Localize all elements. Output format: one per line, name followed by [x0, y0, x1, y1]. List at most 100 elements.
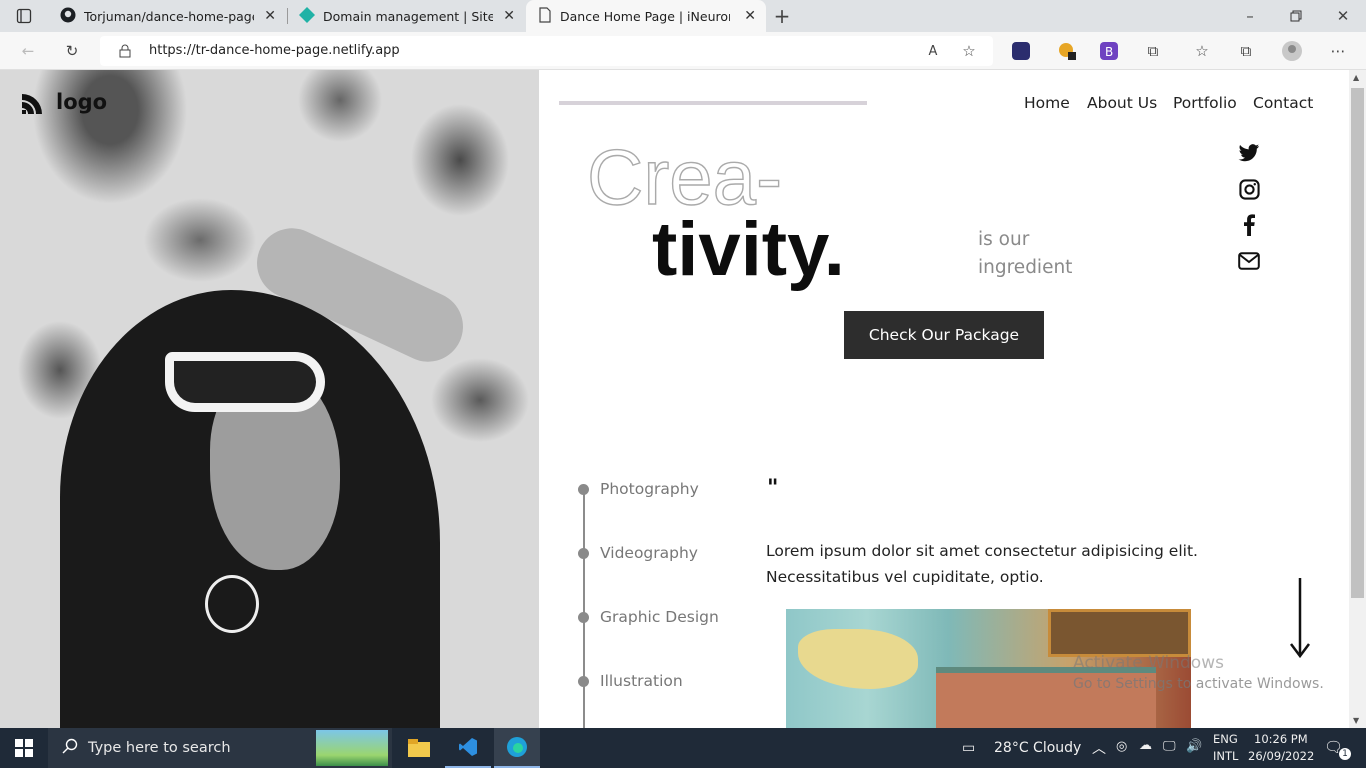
quote-mark: "	[767, 476, 779, 501]
tab-netlify[interactable]: Domain management | Site settings ✕	[287, 0, 525, 32]
windows-taskbar: Type here to search ▭ 28°C Cloudy ︿ ◎ ☁ …	[0, 728, 1366, 768]
check-package-button[interactable]: Check Our Package	[844, 311, 1044, 359]
webpage: logo Home About Us Portfolio Contact Cre…	[0, 70, 1366, 728]
svg-text:B: B	[1105, 45, 1113, 59]
tab-title: Domain management | Site settings	[323, 8, 493, 24]
tagline-line: ingredient	[978, 257, 1073, 278]
search-placeholder: Type here to search	[88, 740, 231, 756]
close-icon[interactable]: ✕	[744, 8, 756, 24]
language-layout[interactable]: INTL	[1213, 749, 1238, 763]
close-icon[interactable]: ✕	[503, 8, 515, 24]
bullet-icon	[578, 675, 589, 687]
url-text: https://tr-dance-home-page.netlify.app	[149, 43, 400, 58]
windows-start-icon[interactable]	[0, 728, 48, 768]
extensions-icon[interactable]: ⧉	[1142, 40, 1164, 62]
more-menu-icon[interactable]: ⋯	[1327, 40, 1349, 62]
page-scrollbar[interactable]: ▲ ▼	[1349, 70, 1366, 728]
vscode-icon[interactable]	[445, 728, 491, 768]
edge-icon[interactable]	[494, 728, 540, 768]
scrollbar-thumb[interactable]	[1351, 88, 1364, 598]
tab-github[interactable]: Torjuman/dance-home-page-iNeuron ✕	[48, 0, 286, 32]
tagline: is our ingredient	[978, 226, 1118, 282]
nav-about-us[interactable]: About Us	[1087, 94, 1157, 112]
favorite-add-icon[interactable]: ☆	[958, 40, 980, 62]
bullet-icon	[578, 483, 589, 495]
onedrive-icon[interactable]: ☁	[1139, 738, 1152, 753]
notification-count: 1	[1339, 748, 1351, 760]
photo-sunglasses-shape	[165, 352, 325, 412]
file-explorer-icon[interactable]	[396, 728, 442, 768]
collections-icon[interactable]: ⧉	[1235, 40, 1257, 62]
taskbar-search-box[interactable]: Type here to search	[48, 728, 392, 768]
service-label: Graphic Design	[600, 608, 719, 626]
github-icon	[60, 7, 76, 26]
header-accent-bar	[559, 101, 867, 105]
meet-now-icon[interactable]: ◎	[1116, 739, 1127, 754]
extension-icon[interactable]	[1010, 40, 1032, 62]
tab-title: Dance Home Page | iNeuron	[560, 8, 730, 24]
scroll-down-icon[interactable]: ▼	[1353, 716, 1359, 725]
page-icon	[538, 6, 552, 26]
service-item[interactable]: Videography	[578, 544, 698, 562]
service-item[interactable]: Photography	[578, 480, 699, 498]
weather-text[interactable]: 28°C Cloudy	[994, 740, 1081, 756]
address-bar: ← ↻ https://tr-dance-home-page.netlify.a…	[0, 32, 1366, 70]
minimize-icon[interactable]: –	[1239, 5, 1261, 27]
close-icon[interactable]: ✕	[264, 8, 276, 24]
tab-title: Torjuman/dance-home-page-iNeuron	[84, 8, 254, 24]
tab-actions-icon[interactable]	[13, 5, 35, 27]
volume-icon[interactable]: 🔊	[1186, 739, 1202, 754]
logo-icon	[22, 94, 42, 114]
graffiti-map-shape	[798, 629, 918, 689]
service-label: Videography	[600, 544, 698, 562]
browser-tab-strip: Torjuman/dance-home-page-iNeuron ✕ Domai…	[0, 0, 1366, 32]
service-item[interactable]: Graphic Design	[578, 608, 719, 626]
nav-portfolio[interactable]: Portfolio	[1173, 94, 1237, 112]
mail-icon[interactable]	[1236, 248, 1262, 274]
twitter-icon[interactable]	[1236, 140, 1262, 166]
tab-dance-home[interactable]: Dance Home Page | iNeuron ✕	[526, 0, 766, 32]
activate-windows-title: Activate Windows	[1073, 653, 1224, 673]
netlify-icon	[299, 6, 315, 26]
search-highlight-icon	[316, 730, 388, 766]
weather-icon[interactable]: ▭	[962, 740, 975, 756]
instagram-icon[interactable]	[1236, 176, 1262, 202]
tagline-line: is our	[978, 229, 1030, 250]
hero-photo: logo	[0, 70, 539, 728]
profile-icon[interactable]	[1281, 40, 1303, 62]
scroll-up-icon[interactable]: ▲	[1353, 73, 1359, 82]
site-logo[interactable]: logo	[20, 88, 107, 116]
chevron-up-icon[interactable]: ︿	[1092, 738, 1106, 758]
restore-icon[interactable]	[1285, 5, 1307, 27]
refresh-icon[interactable]: ↻	[61, 40, 83, 62]
language-code[interactable]: ENG	[1213, 732, 1238, 746]
nav-contact[interactable]: Contact	[1253, 94, 1313, 112]
lock-icon	[114, 40, 136, 62]
photo-zipper-ring-shape	[205, 575, 259, 633]
service-item[interactable]: Illustration	[578, 672, 683, 690]
read-aloud-icon[interactable]: A	[922, 40, 944, 62]
logo-text: logo	[56, 90, 108, 114]
network-icon[interactable]: 🖵	[1163, 739, 1176, 754]
new-tab-icon[interactable]: +	[771, 4, 793, 28]
graffiti-window-shape	[1048, 609, 1191, 657]
nav-home[interactable]: Home	[1024, 94, 1070, 112]
scroll-down-arrow-icon[interactable]	[1288, 576, 1312, 660]
bullet-icon	[578, 611, 589, 623]
clock-date[interactable]: 26/09/2022	[1248, 749, 1314, 763]
facebook-icon[interactable]	[1236, 212, 1262, 238]
headline-bold: tivity.	[652, 207, 845, 292]
service-label: Illustration	[600, 672, 683, 690]
bootstrap-icon[interactable]: B	[1098, 40, 1120, 62]
extension-icon[interactable]	[1056, 40, 1078, 62]
search-icon	[62, 738, 78, 758]
back-icon[interactable]: ←	[17, 40, 39, 62]
bullet-icon	[578, 547, 589, 559]
activate-windows-text: Go to Settings to activate Windows.	[1073, 676, 1324, 692]
favorites-icon[interactable]: ☆	[1191, 40, 1213, 62]
service-description: Lorem ipsum dolor sit amet consectetur a…	[766, 542, 1198, 586]
close-window-icon[interactable]: ✕	[1332, 5, 1354, 27]
url-field[interactable]: https://tr-dance-home-page.netlify.app A…	[100, 36, 993, 66]
service-label: Photography	[600, 480, 699, 498]
clock-time[interactable]: 10:26 PM	[1254, 732, 1308, 746]
